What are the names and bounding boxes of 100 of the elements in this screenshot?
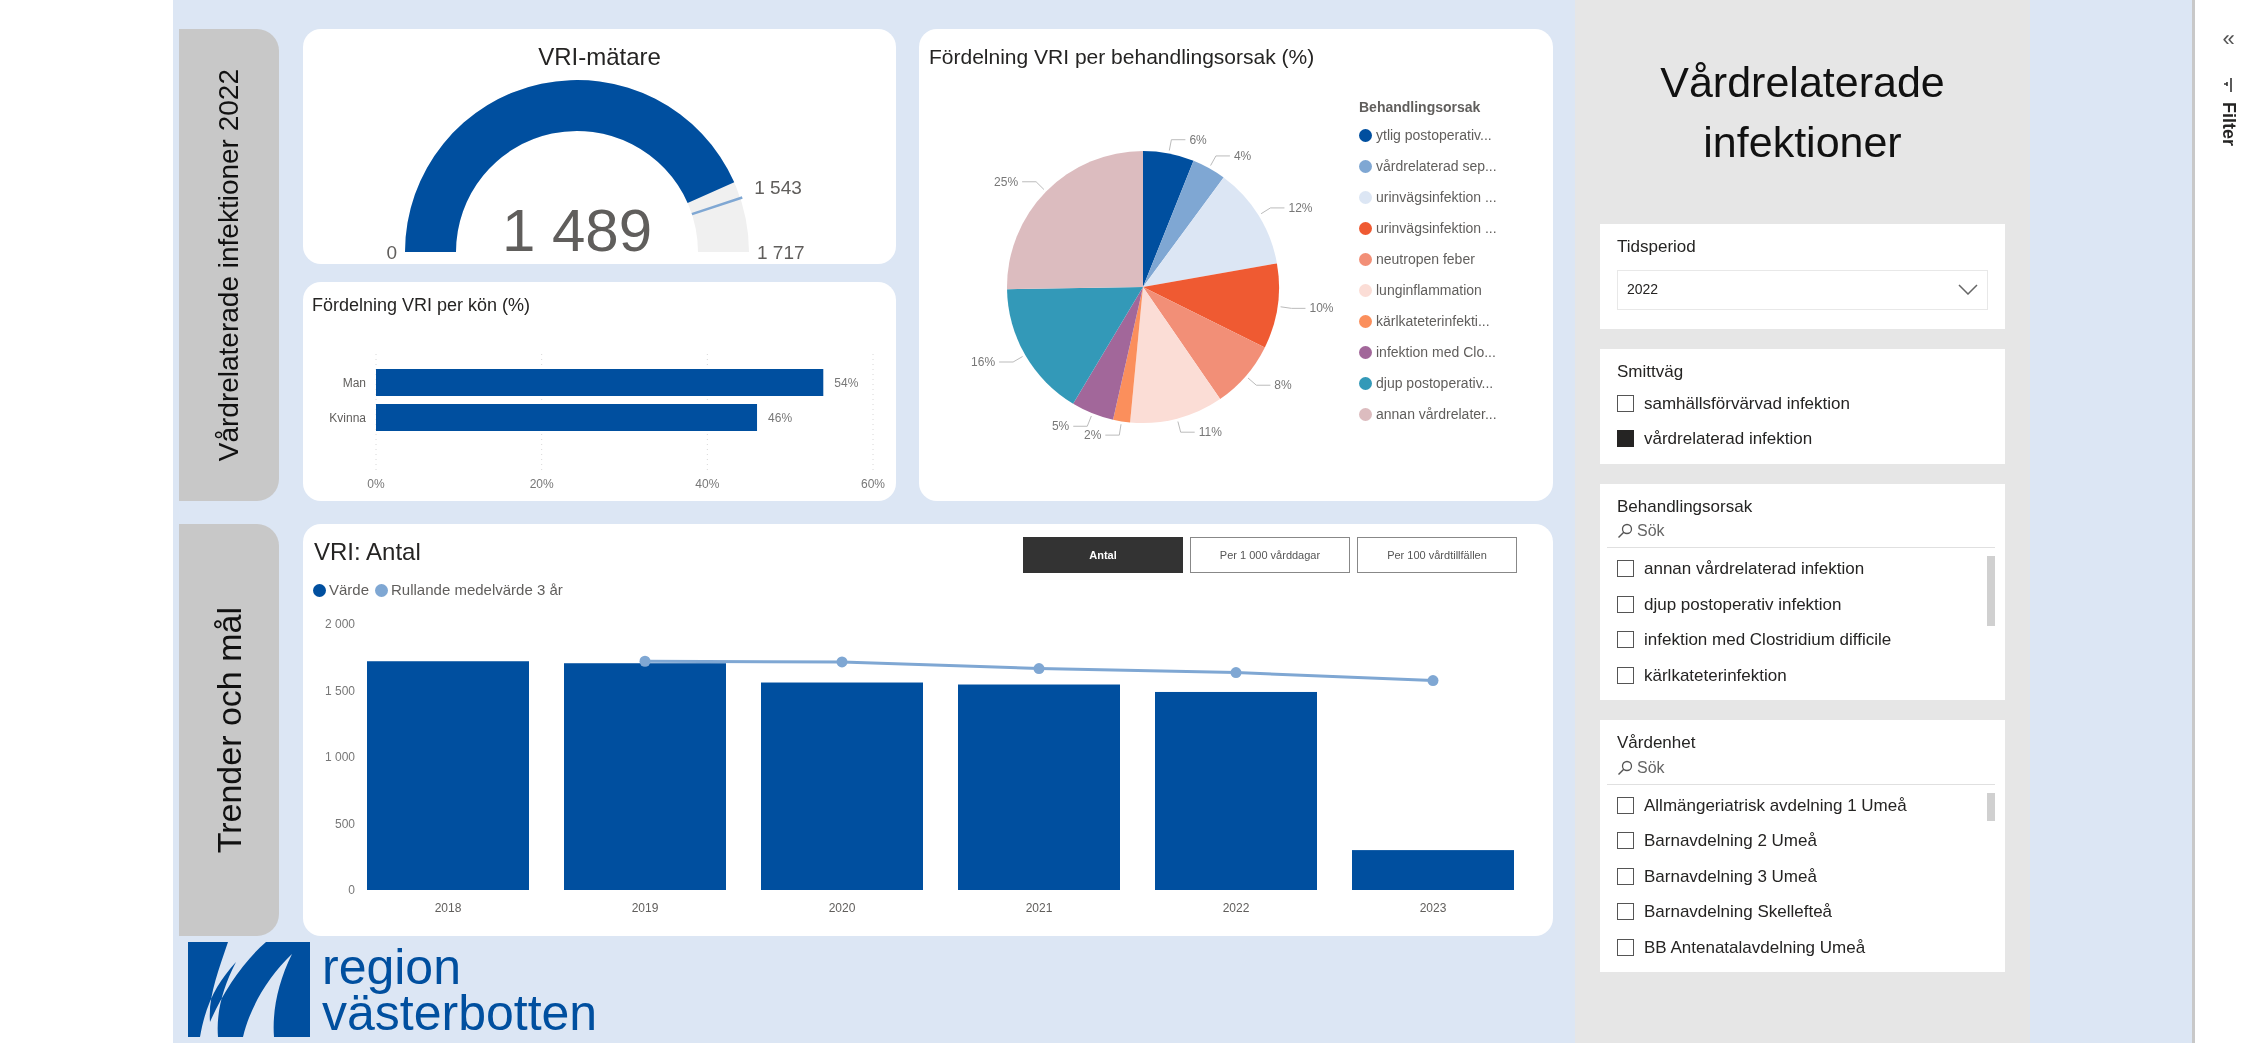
slicer-item[interactable]: Barnavdelning 2 Umeå <box>1617 828 1979 854</box>
item-label: samhällsförvärvad infektion <box>1644 392 1850 415</box>
line-point <box>1427 674 1439 686</box>
slicer-item[interactable]: samhällsförvärvad infektion <box>1617 390 1995 416</box>
panel-title: Vårdrelaterade infektioner <box>1659 57 1946 168</box>
legend-label: annan vårdrelater... <box>1376 405 1497 424</box>
item-label: Barnavdelning Skellefteå <box>1644 901 1833 923</box>
legend-label: urinvägsinfektion ... <box>1376 219 1497 238</box>
line-point <box>1033 662 1045 674</box>
slice-label: 11% <box>1198 425 1222 440</box>
checkbox[interactable] <box>1617 832 1634 850</box>
scrollbar[interactable] <box>1987 792 1995 821</box>
slice-label: 8% <box>1274 378 1292 393</box>
category-label: 2018 <box>434 900 462 915</box>
legend-label: djup postoperativ... <box>1376 374 1494 393</box>
slicer-item[interactable]: vårdrelaterad infektion <box>1617 426 1995 452</box>
category-label: 2022 <box>1222 900 1250 915</box>
filter-icon[interactable] <box>2223 78 2234 92</box>
legend-label: lunginflammation <box>1376 281 1482 300</box>
period-dropdown[interactable]: 2022 <box>1617 269 1988 310</box>
collapse-button[interactable]: « <box>2222 28 2235 50</box>
line-point <box>836 655 848 667</box>
chart-title: Fördelning VRI per behandlingsorsak (%) <box>929 44 1315 70</box>
slicer-item[interactable]: kärlkateterinfektion <box>1617 662 1979 688</box>
checkbox[interactable] <box>1617 903 1634 921</box>
item-label: Barnavdelning 2 Umeå <box>1644 830 1817 852</box>
leader-line <box>1177 421 1196 433</box>
checkbox[interactable] <box>1617 666 1634 684</box>
search-field[interactable]: Sök <box>1607 519 1995 548</box>
slicer-title: Behandlingsorsak <box>1617 495 1753 518</box>
checkbox[interactable] <box>1617 394 1634 412</box>
axis-tick-label: 2 000 <box>324 616 355 631</box>
axis-tick-label: 60% <box>861 477 885 491</box>
checkbox[interactable] <box>1617 938 1634 956</box>
legend-label: vårdrelaterad sep... <box>1376 157 1497 176</box>
filter-pane-label[interactable]: Filter <box>2215 102 2242 146</box>
legend-label: ytlig postoperativ... <box>1376 126 1492 145</box>
slicer-item[interactable]: Barnavdelning Skellefteå <box>1617 899 1979 925</box>
category-label: Man <box>342 376 366 390</box>
chevron-down-icon <box>1958 284 1978 295</box>
checkbox[interactable] <box>1617 631 1634 649</box>
category-label: 2020 <box>828 900 856 915</box>
slice-label: 25% <box>994 174 1019 189</box>
legend-label: Värde <box>329 580 370 600</box>
slicer-item[interactable]: djup postoperativ infektion <box>1617 591 1979 617</box>
section-label: Vårdrelaterade infektioner 2022 <box>179 29 279 501</box>
checkbox[interactable] <box>1617 560 1634 578</box>
category-label: 2023 <box>1419 900 1447 915</box>
legend-label: neutropen feber <box>1376 250 1475 269</box>
line-point <box>1230 666 1242 678</box>
card-title: VRI-mätare <box>537 42 662 72</box>
axis-tick-label: 40% <box>695 477 720 491</box>
leader-line <box>1247 377 1271 386</box>
toggle-button[interactable]: Per 100 vårdtillfällen <box>1357 537 1517 573</box>
chart-title: Fördelning VRI per kön (%) <box>312 294 531 317</box>
logo-icon <box>188 942 310 1037</box>
axis-tick-label: 0 <box>348 882 355 897</box>
search-icon <box>1617 523 1633 539</box>
toggle-button[interactable]: Antal <box>1023 537 1183 573</box>
category-label: Kvinna <box>329 411 366 425</box>
item-label: Barnavdelning 3 Umeå <box>1644 865 1817 888</box>
line-point <box>639 655 651 667</box>
legend-label: infektion med Clo... <box>1376 343 1496 362</box>
item-label: Allmängeriatrisk avdelning 1 Umeå <box>1644 794 1907 817</box>
checkbox[interactable] <box>1617 430 1634 448</box>
slice-label: 4% <box>1233 148 1252 163</box>
legend-label: kärlkateterinfekti... <box>1376 312 1490 331</box>
value-label: 54% <box>834 376 859 390</box>
item-label: djup postoperativ infektion <box>1644 593 1842 616</box>
item-label: infektion med Clostridium difficile <box>1644 629 1892 651</box>
leader-line <box>998 356 1024 363</box>
gauge-max: 1 717 <box>757 242 805 263</box>
slicer-item[interactable]: Allmängeriatrisk avdelning 1 Umeå <box>1617 792 1979 818</box>
slicer-item[interactable]: BB Antenatalavdelning Umeå <box>1617 934 1979 960</box>
search-icon <box>1617 759 1633 776</box>
slice-label: 12% <box>1288 200 1313 215</box>
toggle-button[interactable]: Per 1 000 vårddagar <box>1190 537 1350 573</box>
slicer-item[interactable]: Barnavdelning 3 Umeå <box>1617 863 1979 889</box>
legend-label: urinvägsinfektion ... <box>1376 188 1497 207</box>
slice-label: 10% <box>1309 301 1334 316</box>
category-label: 2019 <box>631 900 659 915</box>
checkbox[interactable] <box>1617 595 1634 613</box>
legend-label: Rullande medelvärde 3 år <box>391 580 563 600</box>
slice-label: 16% <box>971 355 996 369</box>
gauge-value: 1 489 <box>501 197 653 264</box>
slice-label: 6% <box>1189 132 1207 147</box>
checkbox[interactable] <box>1617 867 1634 885</box>
slice-label: 5% <box>1051 419 1070 434</box>
axis-tick-label: 20% <box>529 477 554 491</box>
scrollbar[interactable] <box>1987 556 1995 626</box>
axis-tick-label: 1 500 <box>324 683 355 697</box>
slicer-item[interactable]: infektion med Clostridium difficile <box>1617 627 1979 653</box>
slicer-title: Tidsperiod <box>1617 236 1696 258</box>
search-field[interactable]: Sök <box>1607 755 1995 785</box>
checkbox[interactable] <box>1617 796 1634 814</box>
leader-line <box>1072 415 1092 427</box>
slicer-item[interactable]: annan vårdrelaterad infektion <box>1617 556 1979 582</box>
gauge-target: 1 543 <box>754 176 802 198</box>
value-label: 46% <box>768 411 793 425</box>
item-label: kärlkateterinfektion <box>1644 664 1787 687</box>
